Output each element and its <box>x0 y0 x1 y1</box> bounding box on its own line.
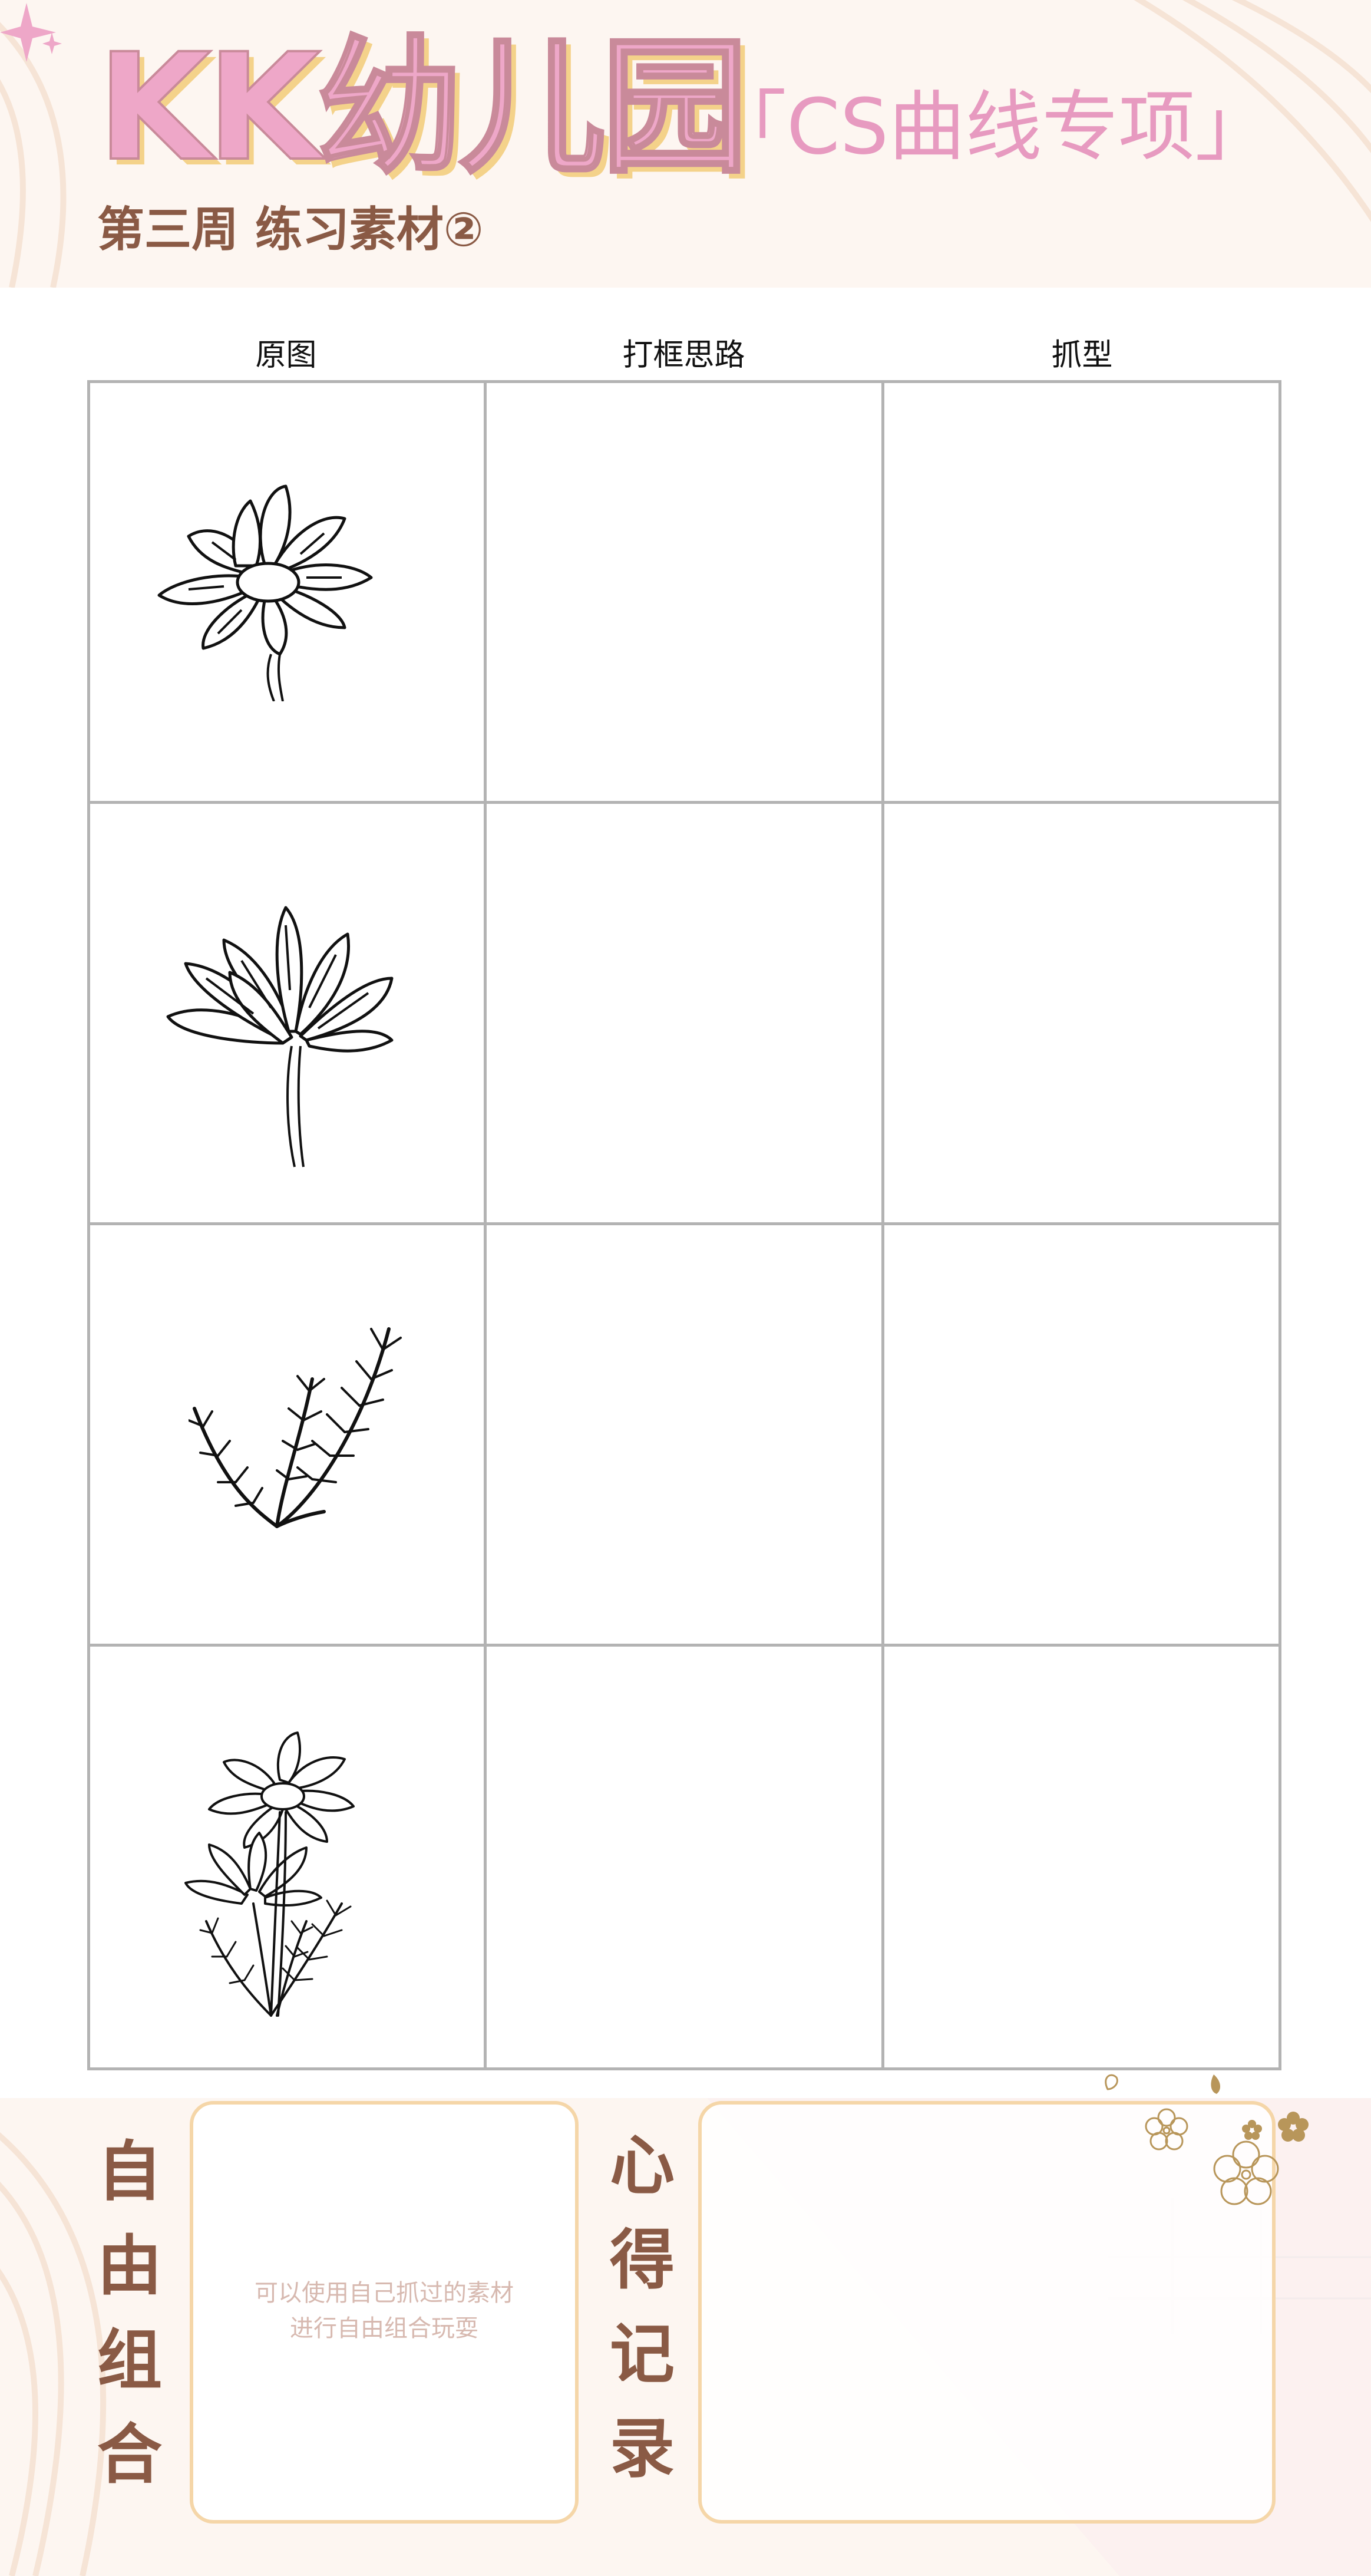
shape-cell-row4[interactable] <box>884 1647 1279 2067</box>
notes-label: 心 得 记 录 <box>610 2128 675 2486</box>
free-combo-hint-line1: 可以使用自己抓过的素材 <box>255 2280 514 2307</box>
fern-sprig-icon <box>189 1327 402 1528</box>
sparkle-icon <box>0 3 62 62</box>
free-combo-label: 自 由 组 合 <box>97 2134 162 2492</box>
week-subtitle: 第三周 练习素材② <box>97 202 484 257</box>
daisy-side-icon <box>166 906 394 1167</box>
column-header-shape: 抓型 <box>1051 338 1113 373</box>
free-combo-hint-line2: 进行自由组合玩耍 <box>290 2315 478 2342</box>
topic-tag: 「CS曲线专项」 <box>710 82 1272 171</box>
shape-cell-row1[interactable] <box>884 383 1279 801</box>
header-band: KK幼儿园 「CS曲线专项」 第三周 练习素材② <box>0 0 1371 288</box>
daisy-bouquet-icon <box>184 1731 355 2017</box>
framing-cell-row1[interactable] <box>487 383 881 801</box>
column-header-framing: 打框思路 <box>622 338 745 373</box>
framing-cell-row3[interactable] <box>487 1225 881 1644</box>
shape-cell-row3[interactable] <box>884 1225 1279 1644</box>
column-header-original: 原图 <box>255 338 317 373</box>
page-title: KK幼儿园 <box>96 22 749 193</box>
free-combo-box[interactable]: 可以使用自己抓过的素材 进行自由组合玩耍 <box>190 2101 579 2524</box>
cherry-blossom-icon <box>1105 2074 1309 2205</box>
daisy-single-icon <box>157 484 373 701</box>
shape-cell-row2[interactable] <box>884 804 1279 1222</box>
framing-cell-row4[interactable] <box>487 1647 881 2067</box>
framing-cell-row2[interactable] <box>487 804 881 1222</box>
